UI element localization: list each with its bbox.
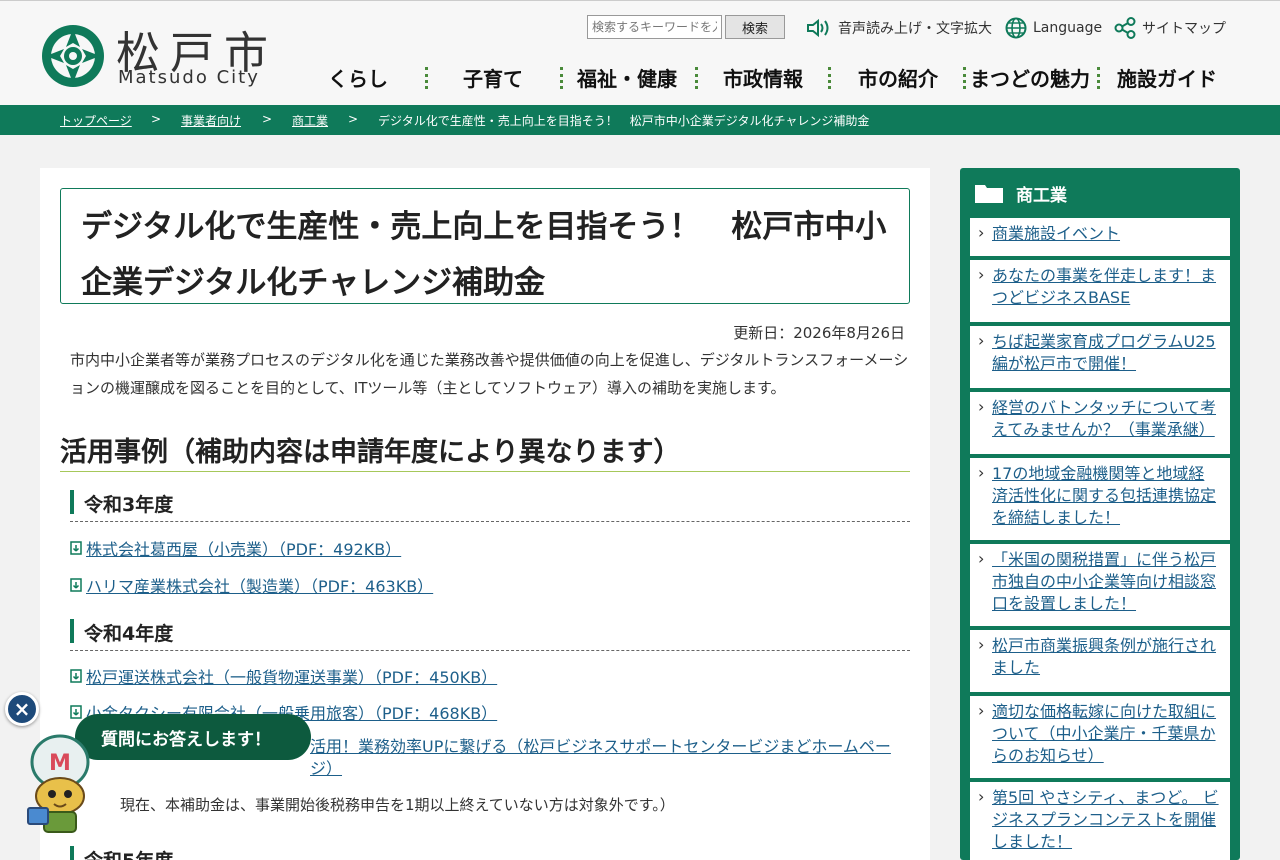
globe-icon: [1005, 17, 1027, 39]
sidebar: 商工業 商業施設イベント あなたの事業を伴走します！まつどビジネスBASE ちば…: [960, 168, 1240, 860]
sitemap-label: サイトマップ: [1142, 21, 1226, 37]
sitemap-link[interactable]: サイトマップ: [1114, 17, 1226, 39]
updated-date: 更新日：2026年8月26日: [733, 324, 905, 342]
mascot-icon[interactable]: M: [20, 730, 100, 840]
pdf-link-kasaiya[interactable]: 株式会社葛西屋（小売業）（PDF：492KB）: [70, 536, 401, 560]
sidebar-item[interactable]: 経営のバトンタッチについて考えてみませんか？（事業承継）: [970, 392, 1230, 454]
nav-item-fukushi[interactable]: 福祉・健康: [577, 63, 677, 92]
sidebar-item[interactable]: 「米国の関税措置」に伴う松戸市独自の中小企業等向け相談窓口を設置しました！: [970, 544, 1230, 626]
sidebar-title-label: 商工業: [1016, 185, 1067, 206]
sidebar-item[interactable]: 17の地域金融機関等と地域経済活性化に関する包括連携協定を締結しました！: [970, 458, 1230, 540]
pdf-link-matsudo-unso[interactable]: 松戸運送株式会社（一般貨物運送事業）（PDF：450KB）: [70, 664, 497, 688]
nav-item-shokai[interactable]: 市の紹介: [858, 63, 938, 92]
pdf-icon: [70, 705, 82, 719]
pdf-icon: [70, 578, 82, 592]
nav-separator: [963, 67, 966, 89]
intro-text: 市内中小企業者等が業務プロセスのデジタル化を通じた業務改善や提供価値の向上を促進…: [70, 351, 909, 397]
sidebar-title: 商工業: [974, 180, 1067, 206]
year-heading-r4: 令和4年度: [70, 619, 910, 651]
language-label: Language: [1033, 20, 1103, 36]
breadcrumb-separator: >: [348, 112, 359, 126]
logo-subtitle: Matsudo City: [118, 67, 260, 88]
pdf-icon: [70, 541, 82, 555]
site-header: 松戸市 Matsudo City 検索 音声読み上げ・文字拡大 Language: [0, 0, 1280, 105]
nav-separator: [560, 67, 563, 89]
breadcrumb-link-commerce[interactable]: 商工業: [292, 112, 328, 129]
pdf-link-label: 松戸運送株式会社（一般貨物運送事業）（PDF：450KB）: [86, 668, 498, 687]
page-title: デジタル化で生産性・売上向上を目指そう！ 松戸市中小企業デジタル化チャレンジ補助…: [81, 209, 887, 301]
nav-separator: [695, 67, 698, 89]
page-title-box: デジタル化で生産性・売上向上を目指そう！ 松戸市中小企業デジタル化チャレンジ補助…: [60, 188, 910, 304]
pdf-icon: [70, 669, 82, 683]
nav-item-shisetsu[interactable]: 施設ガイド: [1117, 63, 1217, 92]
sidebar-item[interactable]: 松戸市商業振興条例が施行されました: [970, 630, 1230, 692]
sidebar-item[interactable]: 商業施設イベント: [970, 218, 1230, 256]
breadcrumb-separator: >: [151, 112, 162, 126]
nav-separator: [425, 67, 428, 89]
breadcrumb-separator: >: [262, 112, 273, 126]
breadcrumb-link-top[interactable]: トップページ: [60, 112, 132, 129]
nav-item-kosodate[interactable]: 子育て: [463, 63, 523, 92]
nav-item-miryoku[interactable]: まつどの魅力: [970, 63, 1090, 92]
speech-link[interactable]: 音声読み上げ・文字拡大: [806, 17, 992, 39]
language-link[interactable]: Language: [1005, 17, 1102, 39]
speaker-icon: [807, 18, 829, 38]
sidebar-item[interactable]: 適切な価格転嫁に向けた取組について（中小企業庁・千葉県からのお知らせ）: [970, 696, 1230, 778]
breadcrumb-link-business[interactable]: 事業者向け: [181, 112, 241, 129]
breadcrumb-current: デジタル化で生産性・売上向上を目指そう！ 松戸市中小企業デジタル化チャレンジ補助…: [378, 114, 870, 128]
sitemap-icon: [1114, 17, 1136, 39]
svg-text:M: M: [49, 751, 71, 776]
breadcrumb: トップページ > 事業者向け > 商工業 > デジタル化で生産性・売上向上を目指…: [0, 105, 1280, 135]
search-button[interactable]: 検索: [725, 15, 785, 39]
pdf-link-label: 株式会社葛西屋（小売業）（PDF：492KB）: [86, 540, 402, 559]
folder-icon: [975, 185, 1003, 203]
nav-separator: [1097, 67, 1100, 89]
pdf-link-harima[interactable]: ハリマ産業株式会社（製造業）（PDF：463KB）: [70, 573, 433, 597]
site-logo[interactable]: 松戸市 Matsudo City: [40, 19, 280, 93]
pdf-link-label: ハリマ産業株式会社（製造業）（PDF：463KB）: [86, 577, 434, 596]
sidebar-item[interactable]: あなたの事業を伴走します！まつどビジネスBASE: [970, 260, 1230, 322]
nav-separator: [828, 67, 831, 89]
year-heading-r5: 令和5年度: [70, 846, 910, 860]
sidebar-item[interactable]: 第5回 やさシティ、まつど。 ビジネスプランコンテストを開催しました！: [970, 782, 1230, 860]
chat-bubble[interactable]: 質問にお答えします！: [75, 714, 311, 760]
city-emblem-icon: [42, 25, 104, 87]
search-input[interactable]: [587, 15, 722, 39]
year-heading-r3: 令和3年度: [70, 490, 910, 522]
sidebar-item[interactable]: ちば起業家育成プログラムU25編が松戸市で開催！: [970, 326, 1230, 388]
speech-label: 音声読み上げ・文字拡大: [838, 21, 992, 37]
section-heading: 活用事例（補助内容は申請年度により異なります）: [60, 430, 910, 472]
nav-item-shisei[interactable]: 市政情報: [723, 63, 803, 92]
nav-item-kurashi[interactable]: くらし: [328, 63, 388, 92]
chat-close-button[interactable]: ×: [5, 692, 39, 726]
eligibility-note: 現在、本補助金は、事業開始後税務申告を1期以上終えていない方は対象外です。）: [120, 796, 675, 814]
bizmado-link[interactable]: 活用！業務効率UPに繋げる（松戸ビジネスサポートセンタービジまどホームページ）: [310, 736, 910, 780]
